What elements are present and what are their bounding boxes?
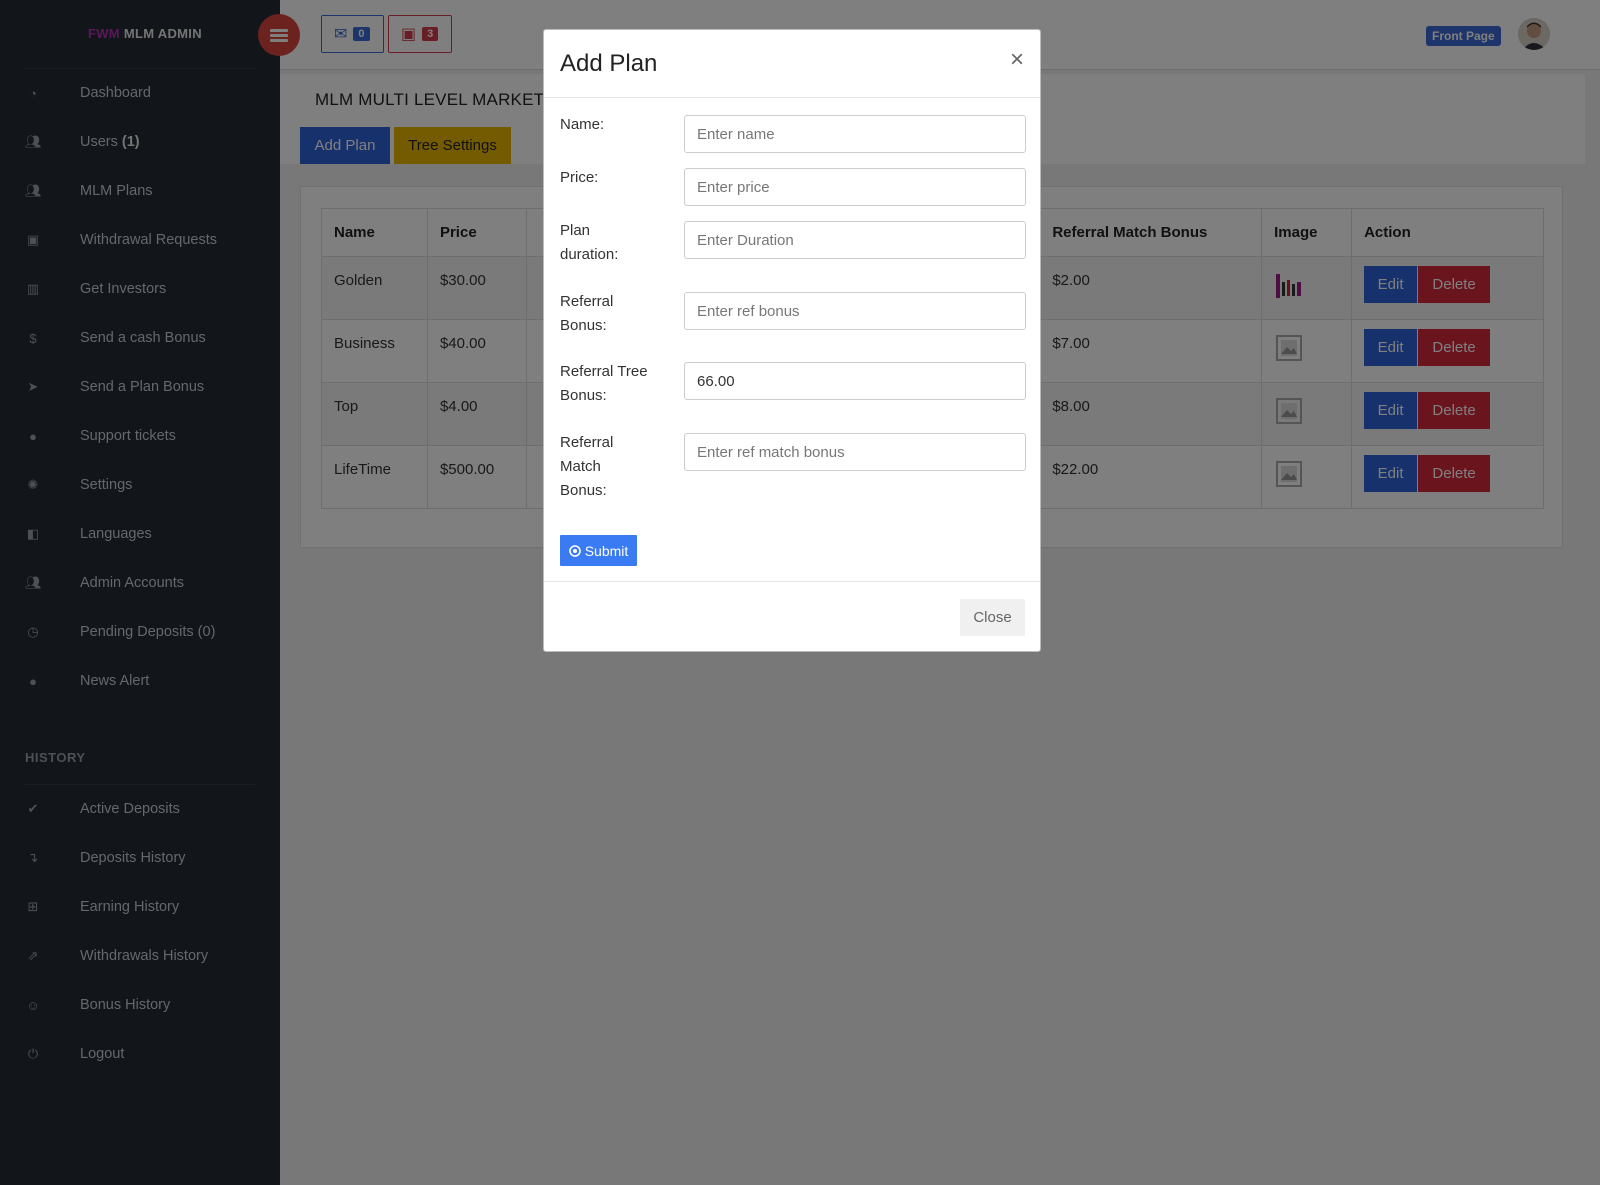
ref-match-bonus-field-label: Referral Match Bonus: bbox=[560, 434, 614, 499]
add-plan-modal: Add Plan × Name: Price: Plan duration: R… bbox=[543, 29, 1041, 652]
name-field[interactable] bbox=[684, 115, 1026, 153]
submit-label: Submit bbox=[584, 542, 629, 559]
modal-header: Add Plan × bbox=[544, 30, 1040, 98]
modal-title: Add Plan bbox=[560, 50, 658, 77]
submit-button[interactable]: Submit bbox=[560, 535, 637, 566]
ref-bonus-field-label: Referral Bonus: bbox=[560, 293, 614, 334]
circle-dot-icon bbox=[568, 544, 581, 557]
duration-field[interactable] bbox=[684, 221, 1026, 259]
modal-footer-divider bbox=[544, 581, 1040, 582]
name-field-label: Name: bbox=[560, 116, 605, 133]
ref-tree-bonus-field-label: Referral Tree Bonus: bbox=[560, 363, 648, 404]
ref-bonus-field[interactable] bbox=[684, 292, 1026, 330]
price-field[interactable] bbox=[684, 168, 1026, 206]
duration-field-label: Plan duration: bbox=[560, 222, 619, 263]
price-field-label: Price: bbox=[560, 169, 599, 186]
ref-match-bonus-field[interactable] bbox=[684, 433, 1026, 471]
close-button[interactable]: Close bbox=[960, 599, 1025, 636]
ref-tree-bonus-field[interactable] bbox=[684, 362, 1026, 400]
close-icon[interactable]: × bbox=[1010, 48, 1024, 72]
